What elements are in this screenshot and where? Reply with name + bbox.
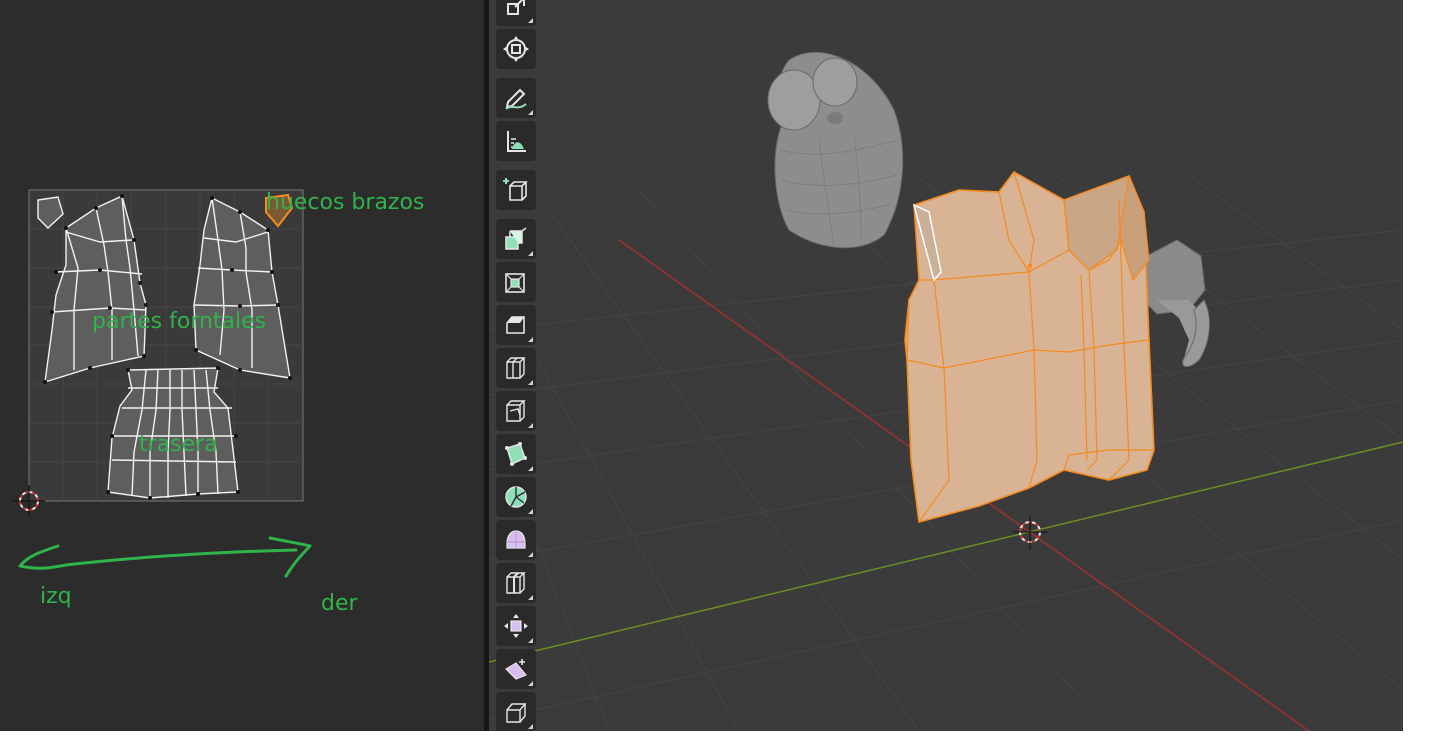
tool-smooth-button[interactable] [496, 520, 536, 560]
measure-icon [507, 131, 526, 152]
tool-inset-faces-button[interactable] [496, 262, 536, 302]
shrink-fatten-icon [504, 614, 528, 638]
head-object [767, 51, 904, 249]
extrude-region-icon [505, 227, 527, 250]
tool-transform-button[interactable] [496, 29, 536, 69]
tool-knife-button[interactable] [496, 391, 536, 431]
tool-shear-button[interactable] [496, 649, 536, 689]
annotate-icon [505, 88, 527, 110]
tool-spin-button[interactable] [496, 477, 536, 517]
scale-icon [507, 0, 525, 15]
transform-icon [503, 36, 529, 62]
inset-faces-icon [505, 273, 525, 293]
tool-rip-region-button[interactable] [496, 692, 536, 731]
knife-icon [506, 400, 526, 422]
right-margin [1403, 0, 1436, 755]
edge-slide-icon [506, 572, 526, 594]
tool-shrink-fatten-button[interactable] [496, 606, 536, 646]
tool-annotate-button[interactable] [496, 78, 536, 118]
loop-cut-icon [506, 357, 526, 379]
tool-shelf [496, 0, 536, 731]
annotation-huecos-brazos: huecos brazos [266, 190, 425, 215]
tool-measure-button[interactable] [496, 121, 536, 161]
tool-bevel-button[interactable] [496, 305, 536, 345]
torso-mesh[interactable] [904, 170, 1155, 524]
tool-scale-button[interactable] [496, 0, 536, 26]
tool-poly-build-button[interactable] [496, 434, 536, 474]
tool-edge-slide-button[interactable] [496, 563, 536, 603]
tool-add-cube-button[interactable] [496, 170, 536, 210]
add-cube-icon [503, 178, 528, 201]
annotation-izq: izq [40, 584, 72, 609]
tool-extrude-region-button[interactable] [496, 219, 536, 259]
spin-icon [505, 486, 527, 508]
uv-editor-panel[interactable]: huecos brazos partes forntales trasera i… [0, 0, 484, 731]
poly-build-icon [505, 442, 527, 466]
3d-cursor-icon [1013, 515, 1047, 550]
viewport-scene[interactable] [489, 0, 1403, 731]
smooth-icon [506, 530, 526, 549]
double-arrow-drawing [18, 536, 312, 578]
bottom-margin [0, 731, 1403, 755]
annotation-der: der [321, 591, 358, 616]
annotation-trasera: trasera [139, 432, 218, 457]
rip-region-icon [506, 703, 527, 723]
shear-icon [505, 659, 527, 680]
tool-loop-cut-button[interactable] [496, 348, 536, 388]
bevel-icon [506, 316, 525, 334]
3d-viewport[interactable] [489, 0, 1403, 731]
annotation-partes-frontales: partes forntales [92, 309, 267, 334]
uv-canvas[interactable] [0, 0, 484, 731]
